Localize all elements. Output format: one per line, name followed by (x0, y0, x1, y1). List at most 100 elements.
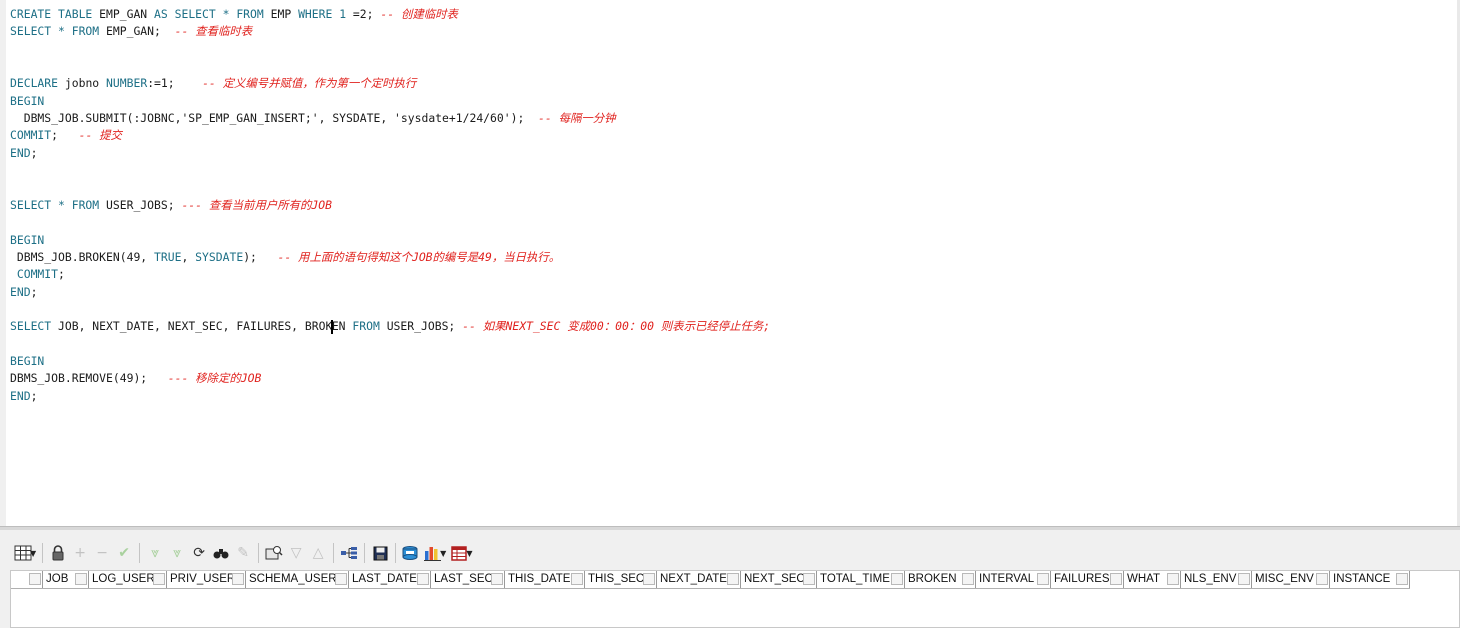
column-menu-button[interactable] (75, 573, 87, 585)
column-header-misc-env[interactable]: MISC_ENV (1252, 571, 1330, 588)
code-text: ; (30, 284, 38, 299)
code-text: DBMS_JOB.BROKEN(49, (10, 249, 155, 264)
column-header-label: NEXT_DATE (660, 573, 727, 585)
column-header-last-date[interactable]: LAST_DATE (349, 571, 431, 588)
column-header-job[interactable]: JOB (43, 571, 89, 588)
toolbar-divider (333, 543, 335, 563)
save-icon[interactable] (369, 542, 391, 564)
column-header-failures[interactable]: FAILURES (1051, 571, 1124, 588)
code-text: EMP (270, 7, 299, 21)
column-menu-button[interactable] (962, 573, 974, 585)
code-line[interactable]: END; (10, 284, 37, 301)
results-grid[interactable]: JOB LOG_USER PRIV_USER SCHEMA_USER LAST_DATE… (10, 570, 1460, 628)
chevron-down-icon[interactable]: ▼ (30, 549, 36, 558)
previous-record-icon[interactable]: △ (307, 542, 329, 564)
query-by-example-icon[interactable] (263, 542, 285, 564)
column-header-what[interactable]: WHAT (1124, 571, 1181, 588)
column-menu-button[interactable] (1110, 573, 1122, 585)
column-header-label: INSTANCE (1333, 573, 1391, 585)
column-header-label: BROKEN (908, 573, 957, 585)
column-menu-button[interactable] (153, 573, 165, 585)
column-header-label: NEXT_SEC (744, 573, 805, 585)
column-header-last-sec[interactable]: LAST_SEC (431, 571, 505, 588)
next-record-icon[interactable]: ▽ (285, 542, 307, 564)
column-header-broken[interactable]: BROKEN (905, 571, 976, 588)
column-menu-button[interactable] (491, 573, 503, 585)
delete-row-icon[interactable]: − (91, 542, 113, 564)
toolbar-divider (139, 543, 141, 563)
column-menu-button[interactable] (1316, 573, 1328, 585)
post-changes-icon[interactable]: ✔ (113, 542, 135, 564)
code-line[interactable]: BEGIN (10, 232, 44, 249)
column-header-interval[interactable]: INTERVAL (976, 571, 1051, 588)
column-menu-button[interactable] (1238, 573, 1250, 585)
column-header-total-time[interactable]: TOTAL_TIME (817, 571, 905, 588)
column-header-label: FAILURES (1054, 573, 1110, 585)
refresh-icon[interactable]: ⟳ (188, 542, 210, 564)
column-header-instance[interactable]: INSTANCE (1330, 571, 1410, 588)
code-line[interactable]: END; (10, 145, 37, 162)
column-menu-button[interactable] (29, 573, 41, 585)
sql-editor[interactable]: CREATE TABLE EMP_GAN AS SELECT * FROM EM… (0, 0, 1460, 526)
column-header-next-sec[interactable]: NEXT_SEC (741, 571, 817, 588)
column-menu-button[interactable] (232, 573, 244, 585)
column-menu-button[interactable] (727, 573, 739, 585)
add-row-icon[interactable]: + (69, 542, 91, 564)
column-header-nls-env[interactable]: NLS_ENV (1181, 571, 1252, 588)
code-line[interactable]: SELECT * FROM USER_JOBS; --- 查看当前用户所有的JO… (10, 197, 332, 214)
row-indicator-header[interactable] (11, 571, 43, 588)
code-line[interactable]: COMMIT; -- 提交 (10, 127, 122, 144)
column-menu-button[interactable] (1037, 573, 1049, 585)
column-menu-button[interactable] (571, 573, 583, 585)
code-keyword: SELECT * FROM (10, 24, 107, 39)
column-menu-button[interactable] (335, 573, 347, 585)
code-line[interactable]: COMMIT; (10, 266, 65, 283)
column-menu-button[interactable] (1167, 573, 1179, 585)
result-panel: ▼ + − ✔ ⩔ ⩔ ⟳ ✎ ▽ △ ▼ ▼ JOB LOG_USER PRI… (0, 530, 1460, 628)
code-keyword: BEGIN (10, 354, 45, 368)
code-line[interactable]: DBMS_JOB.BROKEN(49, TRUE, SYSDATE); -- 用… (10, 249, 560, 266)
find-icon[interactable] (210, 542, 232, 564)
column-header-priv-user[interactable]: PRIV_USER (167, 571, 246, 588)
fetch-all-icon[interactable]: ⩔ (166, 542, 188, 564)
explain-plan-icon[interactable] (338, 542, 360, 564)
chevron-down-icon[interactable]: ▼ (466, 549, 472, 558)
code-line[interactable]: SELECT JOB, NEXT_DATE, NEXT_SEC, FAILURE… (10, 318, 770, 335)
column-menu-button[interactable] (891, 573, 903, 585)
code-comment: --- 移除定的JOB (167, 371, 262, 386)
column-menu-button[interactable] (417, 573, 429, 585)
code-keyword: SELECT (10, 319, 59, 334)
code-line[interactable]: BEGIN (10, 353, 44, 370)
toolbar-divider (42, 543, 44, 563)
code-line[interactable]: BEGIN (10, 93, 44, 110)
lock-icon[interactable] (47, 542, 69, 564)
column-header-label: SCHEMA_USER (249, 573, 337, 585)
code-text: JOB, NEXT_DATE, NEXT_SEC, FAILURES, BROK (58, 319, 333, 334)
column-header-this-date[interactable]: THIS_DATE (505, 571, 585, 588)
export-icon[interactable] (400, 542, 422, 564)
code-keyword: AS SELECT * FROM (154, 7, 271, 21)
column-header-next-date[interactable]: NEXT_DATE (657, 571, 741, 588)
column-header-label: THIS_SEC (588, 573, 645, 585)
code-line[interactable]: CREATE TABLE EMP_GAN AS SELECT * FROM EM… (10, 6, 458, 23)
column-header-schema-user[interactable]: SCHEMA_USER (246, 571, 349, 588)
column-header-label: THIS_DATE (508, 573, 571, 585)
fetch-next-icon[interactable]: ⩔ (144, 542, 166, 564)
code-line[interactable]: DBMS_JOB.REMOVE(49); --- 移除定的JOB (10, 370, 261, 387)
column-menu-button[interactable] (643, 573, 655, 585)
code-keyword: SELECT * FROM (10, 197, 107, 212)
clear-icon[interactable]: ✎ (232, 542, 254, 564)
code-text: , (181, 249, 196, 264)
code-text: DBMS_JOB.REMOVE(49); (10, 371, 168, 386)
code-line[interactable]: END; (10, 388, 37, 405)
column-header-this-sec[interactable]: THIS_SEC (585, 571, 657, 588)
code-line[interactable]: SELECT * FROM EMP_GAN; -- 查看临时表 (10, 23, 252, 40)
column-menu-button[interactable] (1396, 573, 1408, 585)
chevron-down-icon[interactable]: ▼ (440, 549, 446, 558)
column-menu-button[interactable] (803, 573, 815, 585)
code-keyword: DECLARE (10, 76, 65, 91)
column-header-log-user[interactable]: LOG_USER (89, 571, 167, 588)
column-header-label: LAST_DATE (352, 573, 417, 585)
code-line[interactable]: DBMS_JOB.SUBMIT(:JOBNC,'SP_EMP_GAN_INSER… (10, 110, 616, 127)
code-line[interactable]: DECLARE jobno NUMBER:=1; -- 定义编号并赋值，作为第一… (10, 75, 416, 92)
